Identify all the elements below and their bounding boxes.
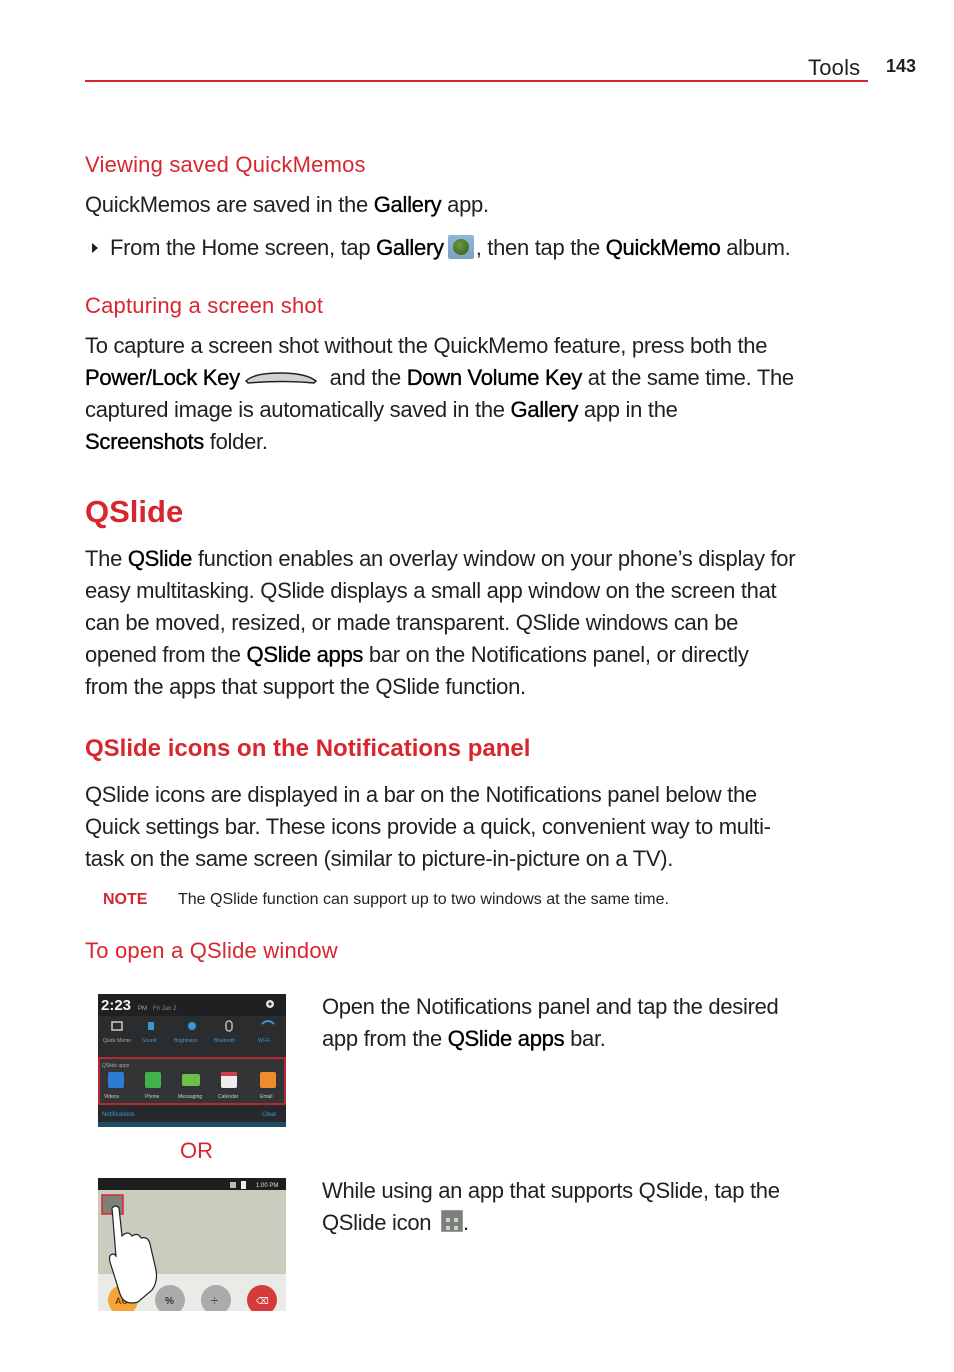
qs-label: Brightness — [174, 1038, 198, 1044]
heading-open-qslide-window: To open a QSlide window — [85, 938, 338, 963]
text: opened from the — [85, 642, 247, 667]
qs-label: Bluetooth — [214, 1038, 235, 1044]
notifications-label: Notifications — [102, 1112, 135, 1118]
text-line: app from the QSlide apps bar. — [322, 1023, 778, 1055]
text-line: While using an app that supports QSlide,… — [322, 1178, 780, 1203]
status-clock: 1:00 PM — [256, 1183, 278, 1189]
or-label: OR — [180, 1138, 213, 1163]
heading-qslide: QSlide — [85, 494, 184, 529]
qslide-app-label: Videos — [104, 1094, 120, 1100]
text: QuickMemos are saved in the — [85, 192, 374, 217]
phone-app-icon — [145, 1072, 161, 1088]
clear-label: Clear — [262, 1112, 276, 1118]
status-ampm: PM — [138, 1006, 147, 1012]
note-label: NOTE — [103, 891, 148, 908]
text-line: QSlide icons are displayed in a bar on t… — [85, 782, 757, 807]
battery-icon — [241, 1181, 246, 1189]
signal-icon — [230, 1182, 236, 1188]
qs-label: Quick Memo — [103, 1038, 131, 1044]
bullet-arrow-icon — [92, 243, 98, 253]
qslide-icon — [441, 1210, 464, 1232]
text-line: Quick settings bar. These icons provide … — [85, 814, 771, 839]
step2-text: While using an app that supports QSlide,… — [322, 1175, 780, 1239]
text: , then tap the — [475, 235, 606, 260]
text: app in the — [578, 397, 678, 422]
text: QSlide icon — [322, 1210, 438, 1235]
qs-label: Sound — [142, 1038, 157, 1044]
viewing-intro: QuickMemos are saved in the Gallery app. — [85, 189, 489, 221]
text: The — [85, 546, 128, 571]
emphasis: QuickMemo — [605, 235, 721, 260]
text: app. — [441, 192, 489, 217]
heading-qslide-icons: QSlide icons on the Notifications panel — [85, 735, 531, 762]
emphasis: Down Volume Key — [406, 365, 583, 390]
calculator-screenshot: 1:00 PM AC % ÷ ⌫ — [98, 1178, 286, 1311]
gallery-icon — [447, 235, 474, 259]
qslide-app-label: Email — [260, 1094, 273, 1100]
text-line: Power/Lock Key and the Down Volume Key a… — [85, 362, 794, 394]
status-date: Fri Jan 2 — [153, 1006, 177, 1012]
status-time: 2:23 — [101, 997, 131, 1014]
text: captured image is automatically saved in… — [85, 397, 511, 422]
text: folder. — [204, 429, 268, 454]
page-number: 143 — [886, 56, 917, 76]
heading-viewing-saved-quickmemos: Viewing saved QuickMemos — [85, 152, 366, 177]
step1-text: Open the Notifications panel and tap the… — [322, 991, 779, 1055]
text-line: To capture a screen shot without the Qui… — [85, 333, 768, 358]
text: album. — [720, 235, 791, 260]
text: function enables an overlay window on yo… — [192, 546, 796, 571]
text-line: easy multitasking. QSlide displays a sma… — [85, 578, 777, 603]
messaging-app-icon — [182, 1074, 200, 1086]
emphasis: Power/Lock Key — [85, 365, 240, 390]
text-line: can be moved, resized, or made transpare… — [85, 610, 739, 635]
qslide-app-label: Phone — [145, 1094, 160, 1100]
backspace-label: ⌫ — [255, 1297, 269, 1307]
emphasis: QSlide — [127, 546, 193, 571]
emphasis: Screenshots — [85, 429, 205, 454]
qs-label: Wi-Fi — [258, 1038, 270, 1044]
divide-label: ÷ — [211, 1293, 218, 1308]
notifications-panel-screenshot: 2:23 PM Fri Jan 2 Quick Memo Sound Brigh… — [98, 994, 286, 1127]
text-line: Open the Notifications panel and tap the… — [322, 994, 779, 1019]
emphasis: Gallery — [373, 192, 442, 217]
qslide-paragraph: The QSlide function enables an overlay w… — [85, 543, 796, 703]
text: at the same time. The — [581, 365, 794, 390]
videos-app-icon — [108, 1072, 124, 1088]
calculator-illustration: 1:00 PM AC % ÷ ⌫ — [98, 1178, 286, 1311]
text: app from the — [322, 1026, 448, 1051]
text-line: The QSlide function enables an overlay w… — [85, 543, 796, 575]
qslide-apps-label: QSlide apps — [102, 1063, 130, 1069]
emphasis: Gallery — [510, 397, 579, 422]
capturing-paragraph: To capture a screen shot without the Qui… — [85, 330, 794, 458]
icons-paragraph: QSlide icons are displayed in a bar on t… — [85, 779, 771, 875]
power-lock-key-icon — [244, 372, 317, 384]
viewing-bullet: From the Home screen, tap Gallery , then … — [92, 232, 791, 264]
heading-capturing-screen-shot: Capturing a screen shot — [85, 293, 324, 318]
text: From the Home screen, tap — [110, 235, 377, 260]
qslide-app-label: Calendar — [218, 1094, 239, 1100]
text-line: Screenshots folder. — [85, 426, 794, 458]
notifications-panel-illustration: 2:23 PM Fri Jan 2 Quick Memo Sound Brigh… — [98, 994, 286, 1127]
email-app-icon — [260, 1072, 276, 1088]
note-text: The QSlide function can support up to tw… — [178, 891, 669, 908]
text-line: QSlide icon . — [322, 1207, 780, 1239]
text: bar on the Notifications panel, or direc… — [363, 642, 749, 667]
emphasis: Gallery — [376, 235, 444, 260]
text-line: from the apps that support the QSlide fu… — [85, 674, 526, 699]
text-line: task on the same screen (similar to pict… — [85, 846, 674, 871]
header-rule — [85, 80, 868, 82]
percent-label: % — [165, 1296, 174, 1307]
text: and the — [323, 365, 407, 390]
text: bar. — [564, 1026, 606, 1051]
emphasis: QSlide apps — [447, 1026, 565, 1051]
sound-icon — [148, 1022, 154, 1030]
emphasis: QSlide apps — [246, 642, 364, 667]
qslide-app-label: Messaging — [178, 1094, 202, 1100]
text-line: opened from the QSlide apps bar on the N… — [85, 639, 795, 671]
text: . — [463, 1210, 469, 1235]
brightness-icon — [188, 1022, 196, 1030]
text-line: captured image is automatically saved in… — [85, 394, 794, 426]
running-header-section: Tools — [808, 55, 861, 80]
